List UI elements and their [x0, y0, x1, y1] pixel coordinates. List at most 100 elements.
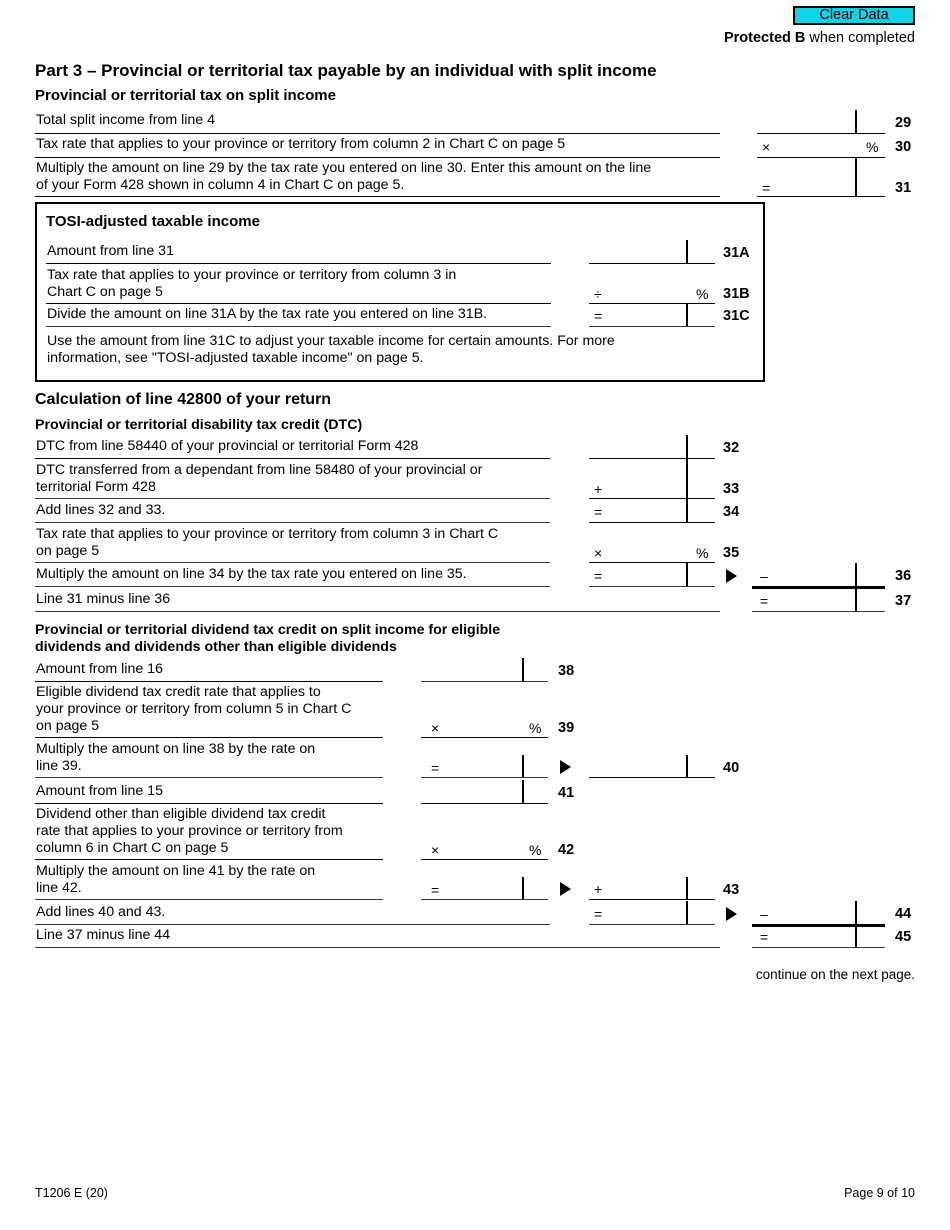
line-44-carry-arrow-icon — [726, 907, 737, 921]
line-44-cents-tick — [686, 901, 688, 924]
line-33-label-2: territorial Form 428 — [36, 479, 156, 495]
line-30-number: 30 — [895, 139, 912, 155]
line-36-cents-tick — [686, 563, 688, 586]
heading-dividend-line-2: dividends and dividends other than eligi… — [35, 639, 397, 655]
line-35-operator: × — [594, 545, 603, 561]
heading-dividend-line-1: Provincial or territorial dividend tax c… — [35, 622, 501, 638]
line-42-operator: × — [431, 842, 440, 858]
line-35-field-rule — [589, 562, 715, 563]
line-43-label-rule — [35, 899, 383, 900]
line-30-percent-sign: % — [866, 139, 879, 155]
line-36-carry-cents-tick — [855, 563, 857, 586]
line-40-number: 40 — [723, 760, 740, 776]
line-40-operator: = — [431, 760, 440, 776]
line-31b-field-rule — [589, 303, 715, 304]
line-40-cents-tick — [522, 755, 524, 777]
line-36-carry-operator: – — [760, 568, 768, 584]
line-31-operator: = — [762, 180, 771, 196]
line-37-cents-tick — [855, 589, 857, 611]
line-44-carry-field-rule — [752, 924, 885, 927]
clear-data-label: Clear Data — [819, 7, 889, 23]
line-38-cents-tick — [522, 658, 524, 681]
line-31b-label-1: Tax rate that applies to your province o… — [47, 267, 457, 283]
line-36-label: Multiply the amount on line 34 by the ta… — [36, 566, 467, 582]
line-38-field-rule — [421, 681, 548, 682]
line-42-label-3: column 6 in Chart C on page 5 — [36, 840, 229, 856]
line-43-carry-arrow-icon — [560, 882, 571, 896]
line-31c-field-rule — [589, 326, 715, 327]
line-39-operator: × — [431, 720, 440, 736]
line-41-number: 41 — [558, 785, 575, 801]
line-43-cents-tick — [522, 877, 524, 899]
line-35-label-1: Tax rate that applies to your province o… — [36, 526, 499, 542]
line-40-field-rule — [421, 777, 548, 778]
line-29-cents-tick — [855, 110, 857, 134]
line-33-cents-tick — [686, 458, 688, 498]
line-31a-label-rule — [46, 263, 551, 264]
clear-data-button[interactable]: Clear Data — [793, 6, 915, 25]
line-40-carry-field-rule — [589, 777, 715, 778]
line-37-field-rule — [752, 611, 885, 612]
page-title: Part 3 – Provincial or territorial tax p… — [35, 61, 657, 80]
line-41-field-rule — [421, 803, 548, 804]
line-38-number: 38 — [558, 663, 575, 679]
tosi-note-line-2: information, see "TOSI-adjusted taxable … — [47, 350, 424, 366]
line-31a-cents-tick — [686, 240, 688, 263]
line-31-field-rule — [757, 196, 885, 197]
line-42-label-2: rate that applies to your province or te… — [36, 823, 343, 839]
protected-b-suffix: when completed — [805, 30, 915, 46]
line-30-operator: × — [762, 139, 771, 155]
line-43-field-rule — [421, 899, 548, 900]
line-35-label-rule — [35, 562, 550, 563]
heading-dtc: Provincial or territorial disability tax… — [35, 417, 363, 433]
protected-b-notice: Protected B when completed — [724, 30, 915, 46]
line-35-percent-sign: % — [696, 545, 709, 561]
line-31c-cents-tick — [686, 304, 688, 327]
line-33-label-1: DTC transferred from a dependant from li… — [36, 462, 483, 478]
line-32-label: DTC from line 58440 of your provincial o… — [36, 438, 419, 454]
line-31c-number: 31C — [723, 308, 750, 324]
line-42-field-rule — [421, 859, 548, 860]
line-33-field-rule — [589, 498, 715, 499]
line-31-label-1: Multiply the amount on line 29 by the ta… — [36, 160, 652, 176]
line-39-label-3: on page 5 — [36, 718, 100, 734]
line-31a-field-rule — [589, 263, 715, 264]
line-45-cents-tick — [855, 925, 857, 947]
line-34-number: 34 — [723, 504, 740, 520]
line-30-field-rule — [757, 157, 885, 158]
line-32-label-rule — [35, 458, 550, 459]
line-29-label-rule — [35, 133, 720, 134]
tosi-note-line-1: Use the amount from line 31C to adjust y… — [47, 333, 615, 349]
line-33-operator: + — [594, 481, 603, 497]
line-40-carry-arrow-icon — [560, 760, 571, 774]
line-39-percent-sign: % — [529, 720, 542, 736]
line-31c-label: Divide the amount on line 31A by the tax… — [47, 306, 488, 322]
line-45-field-rule — [752, 947, 885, 948]
line-41-cents-tick — [522, 780, 524, 803]
line-42-label-1: Dividend other than eligible dividend ta… — [36, 806, 326, 822]
line-45-label: Line 37 minus line 44 — [36, 927, 171, 943]
line-31a-number: 31A — [723, 245, 750, 261]
line-31-cents-tick — [855, 158, 857, 196]
line-31-label-rule — [35, 196, 720, 197]
line-41-label: Amount from line 15 — [36, 783, 163, 799]
line-44-number: 44 — [895, 906, 912, 922]
line-31b-label-2: Chart C on page 5 — [47, 284, 163, 300]
line-29-label: Total split income from line 4 — [36, 112, 215, 128]
line-41-label-rule — [35, 803, 383, 804]
line-37-label: Line 31 minus line 36 — [36, 591, 171, 607]
line-44-carry-cents-tick — [855, 901, 857, 924]
line-29-field-rule — [757, 133, 885, 134]
line-39-label-rule — [35, 737, 383, 738]
line-30-label-rule — [35, 157, 720, 158]
line-31c-operator: = — [594, 308, 603, 324]
line-39-field-rule — [421, 737, 548, 738]
line-44-label-rule — [35, 924, 550, 925]
line-32-cents-tick — [686, 435, 688, 458]
line-36-label-rule — [35, 586, 550, 587]
line-34-operator: = — [594, 504, 603, 520]
line-43-label-2: line 42. — [36, 880, 82, 896]
line-34-label-rule — [35, 522, 550, 523]
line-32-field-rule — [589, 458, 715, 459]
form-page: Clear Data Protected B when completed Pa… — [0, 0, 950, 1230]
